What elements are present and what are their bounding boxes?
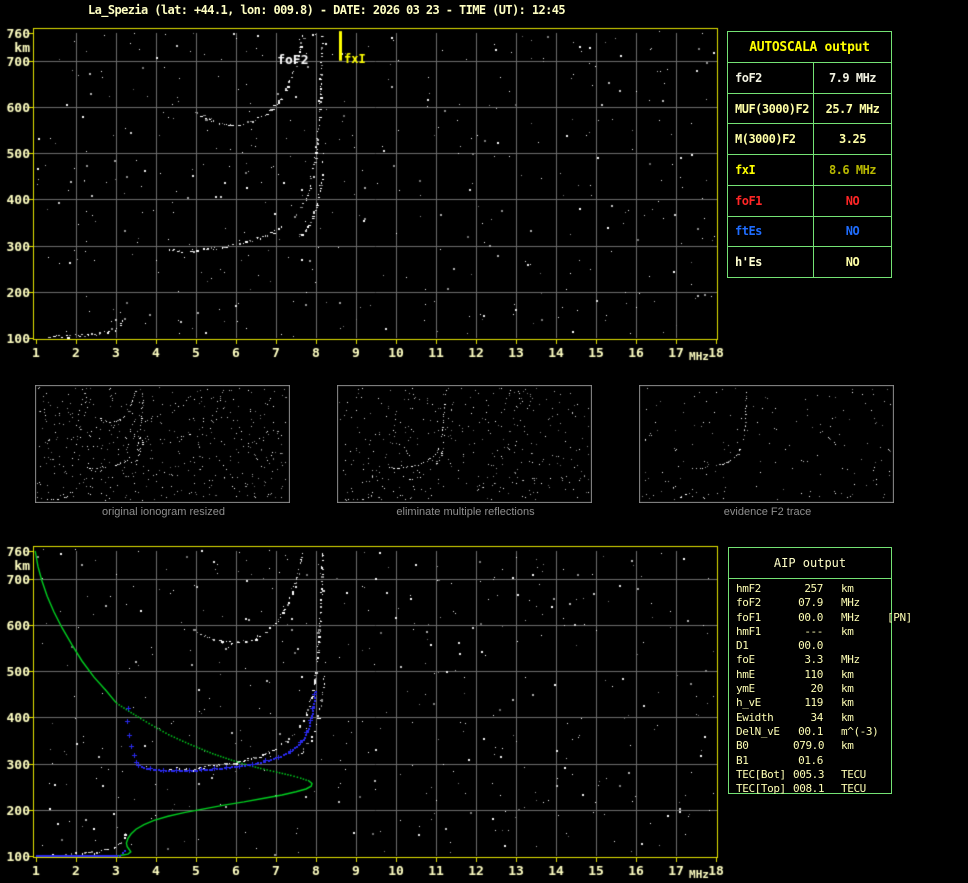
aip-row-unit: MHz <box>841 611 887 625</box>
aip-row-name: B1 <box>736 754 793 768</box>
top-ionogram-chart <box>0 26 724 362</box>
autoscala-row-value: NO <box>814 217 891 247</box>
aip-row-value: 07.9 <box>793 596 823 610</box>
aip-row: hmE110 km <box>736 668 891 682</box>
aip-row: D100.0 <box>736 639 891 653</box>
aip-row-unit: km <box>841 711 887 725</box>
aip-row: h_vE119 km <box>736 696 891 710</box>
aip-row-unit: km <box>841 739 887 753</box>
autoscala-row: foF27.9 MHz <box>728 62 891 93</box>
aip-row: hmF1--- km <box>736 625 891 639</box>
aip-row: Ewidth34 km <box>736 711 891 725</box>
autoscala-row: M(3000)F23.25 <box>728 123 891 154</box>
aip-row: TEC[Bot]005.3 TECU <box>736 768 891 782</box>
aip-row-unit: TECU <box>841 768 887 782</box>
thumbnail-eliminate-reflections <box>337 385 592 503</box>
aip-row-unit: km <box>841 582 887 596</box>
autoscala-row: h'EsNO <box>728 246 891 277</box>
aip-row: foF100.0MHz[PN] <box>736 611 891 625</box>
page-title: La_Spezia (lat: +44.1, lon: 009.8) - DAT… <box>88 3 565 17</box>
aip-row-unit <box>841 639 887 653</box>
aip-row-value: --- <box>793 625 823 639</box>
aip-row-value: 34 <box>793 711 823 725</box>
aip-row-name: DelN_vE <box>736 725 793 739</box>
aip-row-name: TEC[Top] <box>736 782 793 796</box>
autoscala-title: AUTOSCALA output <box>728 32 891 62</box>
aip-row-unit: km <box>841 696 887 710</box>
autoscala-row: fxI8.6 MHz <box>728 154 891 185</box>
aip-row-value: 00.0 <box>793 639 823 653</box>
aip-row-name: hmF1 <box>736 625 793 639</box>
aip-row-value: 257 <box>793 582 823 596</box>
autoscala-row-value: 8.6 MHz <box>814 155 891 185</box>
aip-row-name: foF1 <box>736 611 793 625</box>
aip-row-value: 00.0 <box>793 611 823 625</box>
autoscala-row-value: 25.7 MHz <box>814 94 891 124</box>
thumbnail-original-ionogram <box>35 385 290 503</box>
aip-row-unit <box>841 754 887 768</box>
thumbnail-evidence-f2-trace <box>639 385 894 503</box>
autoscala-row-value: NO <box>814 247 891 277</box>
aip-row: hmF2257 km <box>736 582 891 596</box>
aip-row-unit: km <box>841 625 887 639</box>
autoscala-row: ftEsNO <box>728 216 891 247</box>
autoscala-row: MUF(3000)F225.7 MHz <box>728 93 891 124</box>
bottom-ionogram-chart <box>0 544 724 880</box>
aip-row-name: Ewidth <box>736 711 793 725</box>
aip-row: foF207.9 MHz <box>736 596 891 610</box>
aip-row: B101.6 <box>736 754 891 768</box>
aip-row-unit: km <box>841 682 887 696</box>
aip-rows: hmF2257kmfoF207.9MHzfoF100.0MHz[PN]hmF1-… <box>729 579 891 796</box>
aip-row-value: 00.1 <box>793 725 823 739</box>
aip-row-unit: MHz <box>841 653 887 667</box>
autoscala-row-label: h'Es <box>728 247 814 277</box>
aip-row-unit: km <box>841 668 887 682</box>
aip-row-value: 119 <box>793 696 823 710</box>
autoscala-row: foF1NO <box>728 185 891 216</box>
ionogram-viewer: La_Spezia (lat: +44.1, lon: 009.8) - DAT… <box>0 0 968 883</box>
aip-row-name: D1 <box>736 639 793 653</box>
aip-row-value: 01.6 <box>793 754 823 768</box>
autoscala-row-label: M(3000)F2 <box>728 124 814 154</box>
aip-row-note: [PN] <box>887 611 912 625</box>
autoscala-row-label: MUF(3000)F2 <box>728 94 814 124</box>
aip-row-name: ymE <box>736 682 793 696</box>
aip-row-name: B0 <box>736 739 793 753</box>
aip-row-name: foF2 <box>736 596 793 610</box>
aip-row-name: hmE <box>736 668 793 682</box>
autoscala-row-label: foF2 <box>728 63 814 93</box>
aip-row-value: 079.0 <box>793 739 823 753</box>
thumbnail-label-evidence: evidence F2 trace <box>640 506 895 518</box>
autoscala-rows: foF27.9 MHzMUF(3000)F225.7 MHzM(3000)F23… <box>728 62 891 277</box>
aip-row-value: 3.3 <box>793 653 823 667</box>
autoscala-row-value: NO <box>814 186 891 216</box>
thumbnail-label-eliminate: eliminate multiple reflections <box>338 506 593 518</box>
aip-row: B0079.0 km <box>736 739 891 753</box>
autoscala-row-value: 7.9 MHz <box>814 63 891 93</box>
aip-row-name: hmF2 <box>736 582 793 596</box>
aip-row-unit: TECU <box>841 782 887 796</box>
aip-panel: AIP output hmF2257 km foF207.9 MHz foF100.0 M… <box>728 547 892 794</box>
aip-title: AIP output <box>729 548 891 579</box>
autoscala-row-label: fxI <box>728 155 814 185</box>
aip-row-value: 005.3 <box>793 768 823 782</box>
aip-row-value: 110 <box>793 668 823 682</box>
aip-row-name: foE <box>736 653 793 667</box>
aip-row-unit: MHz <box>841 596 887 610</box>
aip-row-value: 008.1 <box>793 782 823 796</box>
aip-row-name: TEC[Bot] <box>736 768 793 782</box>
autoscala-panel: AUTOSCALA output foF27.9 MHzMUF(3000)F22… <box>727 31 892 278</box>
autoscala-row-value: 3.25 <box>814 124 891 154</box>
aip-row: ymE20 km <box>736 682 891 696</box>
autoscala-row-label: foF1 <box>728 186 814 216</box>
aip-row: TEC[Top]008.1 TECU <box>736 782 891 796</box>
aip-row-name: h_vE <box>736 696 793 710</box>
autoscala-row-label: ftEs <box>728 217 814 247</box>
aip-row-unit: m^(-3) <box>841 725 887 739</box>
aip-row: foE3.3 MHz <box>736 653 891 667</box>
aip-row-value: 20 <box>793 682 823 696</box>
thumbnail-label-original: original ionogram resized <box>36 506 291 518</box>
aip-row: DelN_vE00.1 m^(-3) <box>736 725 891 739</box>
